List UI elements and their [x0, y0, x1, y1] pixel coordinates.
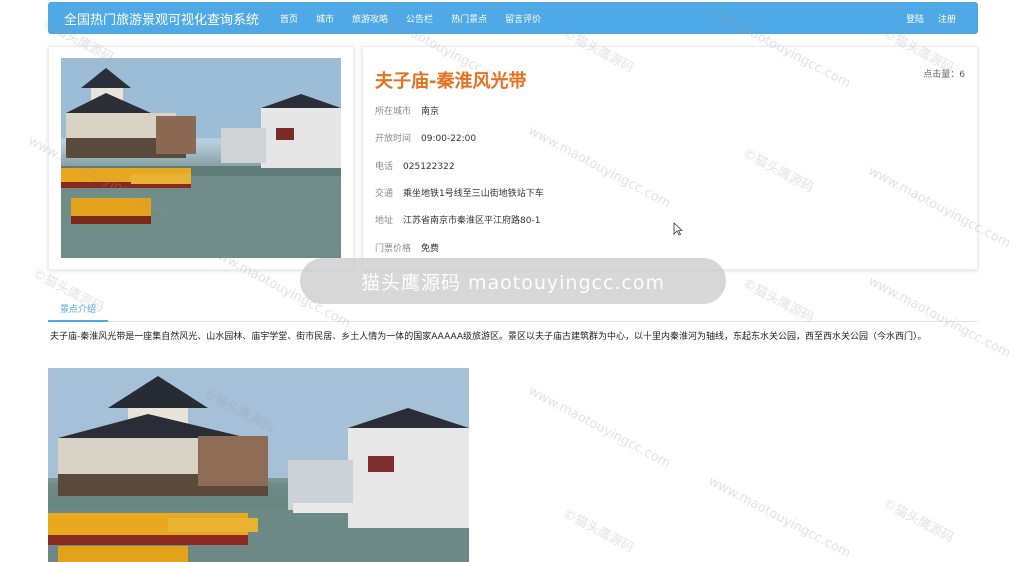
nav-guides[interactable]: 旅游攻略 — [352, 12, 388, 25]
tab-intro[interactable]: 景点介绍 — [48, 300, 109, 322]
attraction-photo — [61, 58, 341, 258]
login-link[interactable]: 登陆 — [906, 12, 924, 25]
field-label: 门票价格 — [375, 244, 412, 254]
field-label: 交通 — [375, 189, 394, 199]
field-value: 江苏省南京市秦淮区平江府路80-1 — [403, 216, 541, 226]
attraction-photo-card — [48, 46, 354, 270]
field-label: 所在城市 — [375, 107, 412, 117]
field-transport: 交通 乘坐地铁1号线至三山街地铁站下车 — [375, 186, 544, 199]
field-label: 开放时间 — [375, 134, 412, 144]
click-count-value: 6 — [959, 70, 965, 80]
field-city: 所在城市 南京 — [375, 104, 439, 117]
click-count: 点击量：6 — [923, 70, 965, 80]
nav-links: 首页 城市 旅游攻略 公告栏 热门景点 留言评价 — [280, 12, 559, 25]
watermark-tile: ©猫头鹰源码 — [560, 506, 637, 557]
field-value: 乘坐地铁1号线至三山街地铁站下车 — [403, 189, 544, 199]
field-label: 地址 — [375, 216, 394, 226]
watermark-banner: 猫头鹰源码 maotouyingcc.com — [300, 258, 726, 304]
field-address: 地址 江苏省南京市秦淮区平江府路80-1 — [375, 213, 540, 226]
nav-city[interactable]: 城市 — [316, 12, 334, 25]
field-label: 电话 — [375, 162, 394, 172]
nav-messages[interactable]: 留言评价 — [505, 12, 541, 25]
click-count-label: 点击量 — [923, 70, 951, 80]
site-title[interactable]: 全国热门旅游景观可视化查询系统 — [64, 9, 264, 28]
nav-hot-spots[interactable]: 热门景点 — [451, 12, 487, 25]
field-phone: 电话 025122322 — [375, 159, 455, 172]
attraction-title: 夫子庙-秦淮风光带 — [375, 71, 527, 92]
register-link[interactable]: 注册 — [938, 12, 956, 25]
field-value: 南京 — [421, 107, 440, 117]
field-ticket: 门票价格 免费 — [375, 241, 439, 254]
mouse-cursor-icon — [673, 221, 684, 236]
field-value: 09:00-22:00 — [421, 134, 477, 144]
nav-auth: 登陆 注册 — [892, 12, 956, 25]
top-navbar: 全国热门旅游景观可视化查询系统 首页 城市 旅游攻略 公告栏 热门景点 留言评价… — [48, 2, 978, 34]
field-value: 免费 — [421, 244, 440, 254]
watermark-tile: www.maotouyingcc.com — [525, 383, 673, 472]
watermark-tile: ©猫头鹰源码 — [880, 496, 957, 547]
attraction-info-card: 夫子庙-秦淮风光带 点击量：6 所在城市 南京 开放时间 09:00-22:00 电… — [362, 46, 978, 270]
attraction-description: 夫子庙-秦淮风光带是一座集自然风光、山水园林、庙宇学堂、街市民居、乡土人情为一体… — [50, 332, 927, 342]
nav-home[interactable]: 首页 — [280, 12, 298, 25]
field-value: 025122322 — [403, 162, 455, 172]
attraction-large-photo — [48, 368, 469, 562]
nav-notice[interactable]: 公告栏 — [406, 12, 433, 25]
field-hours: 开放时间 09:00-22:00 — [375, 131, 476, 144]
watermark-tile: www.maotouyingcc.com — [705, 473, 853, 562]
